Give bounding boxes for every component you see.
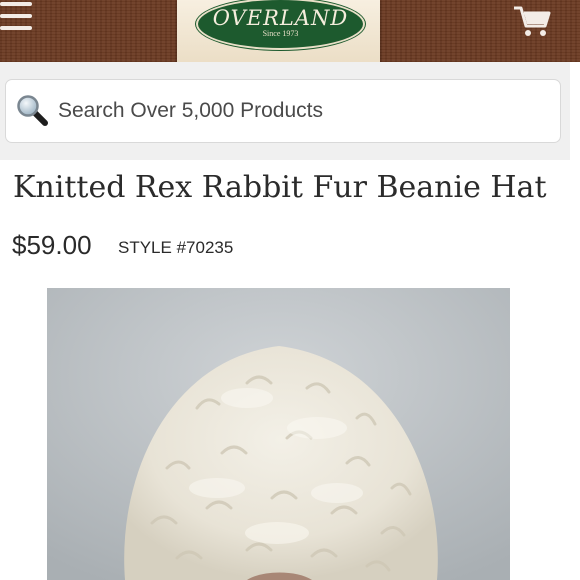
shopping-cart-icon[interactable] [512,4,552,38]
product-style-number: STYLE #70235 [118,238,234,257]
search-input[interactable] [58,80,548,142]
logo-tab[interactable]: OVERLAND Since 1973 [177,0,380,70]
search-bar-area [0,62,570,160]
search-box[interactable] [5,79,561,143]
logo-tagline: Since 1973 [262,29,299,38]
product-title: Knitted Rex Rabbit Fur Beanie Hat [13,170,547,205]
logo-brand: OVERLAND [212,6,349,30]
product-price: $59.00 [12,230,92,260]
site-header: OVERLAND Since 1973 [0,0,580,70]
overland-logo: OVERLAND Since 1973 [196,0,365,50]
hamburger-menu-icon[interactable] [0,0,34,34]
product-image[interactable] [47,288,510,580]
magnifier-icon [16,94,50,128]
